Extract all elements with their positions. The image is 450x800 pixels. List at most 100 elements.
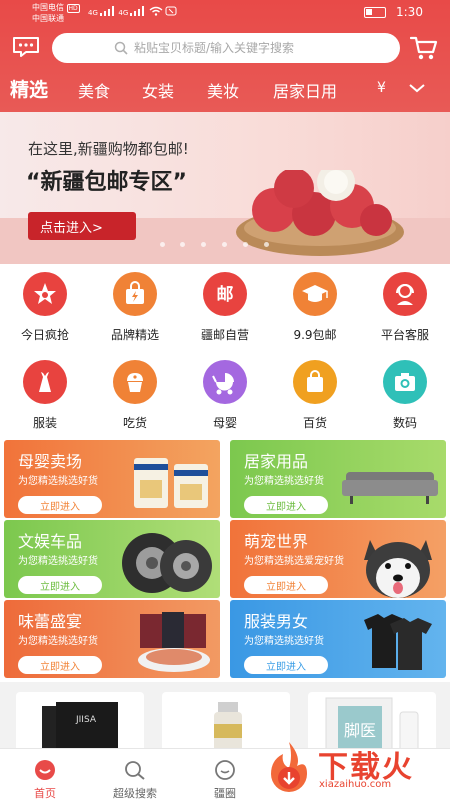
category-mother-baby[interactable]: 母婴	[180, 352, 270, 438]
cart-icon[interactable]	[410, 35, 438, 61]
category-9-9-free-shipping[interactable]: 9.9包邮	[270, 264, 360, 350]
signal-icon-2	[130, 6, 145, 16]
promo-title: 居家用品	[244, 452, 309, 471]
nav-super-search[interactable]: 超级搜索	[90, 755, 180, 800]
home-smile-icon	[35, 760, 55, 780]
category-label: 服装	[32, 416, 57, 430]
promo-subtitle: 为您精选挑选好货	[18, 556, 98, 567]
category-label: 数码	[392, 416, 417, 430]
category-brand-picks[interactable]: 品牌精选	[90, 264, 180, 350]
nav-circle[interactable]: 疆圈	[180, 755, 270, 800]
promo-pets[interactable]: 萌宠世界 为您精选挑选爱宠好货 立即进入	[230, 520, 446, 598]
chat-face-icon	[215, 760, 235, 780]
watermark: 下载火 xiazaihuo.com	[263, 740, 445, 798]
category-today-deals[interactable]: 今日疯抢	[0, 264, 90, 350]
search-bar[interactable]	[52, 33, 400, 63]
promo-food[interactable]: 味蕾盛宴 为您精选挑选好货 立即进入	[4, 600, 220, 678]
banner-title: “新疆包邮专区”	[26, 170, 187, 195]
promo-title: 萌宠世界	[244, 532, 309, 551]
category-label: 品牌精选	[110, 328, 159, 342]
promo-enter-button[interactable]: 立即进入	[244, 576, 328, 594]
lychee-plate-image	[236, 170, 404, 256]
category-customer-service[interactable]: 平台客服	[360, 264, 450, 350]
nav-home[interactable]: 首页	[0, 755, 90, 800]
banner-subtitle: 在这里,新疆购物都包邮!	[28, 140, 189, 158]
promo-apparel[interactable]: 服装男女 为您精选挑选好货 立即进入	[230, 600, 446, 678]
promo-subtitle: 为您精选挑选好货	[18, 636, 98, 647]
stroller-icon	[203, 360, 247, 404]
network-2: 4G	[118, 9, 129, 17]
category-grid: 今日疯抢 品牌精选 邮 疆邮自营 9.9包邮 平台客服 服装 吃货 母婴 百货 …	[0, 264, 450, 440]
promo-enter-button[interactable]: 立即进入	[18, 496, 102, 514]
promo-entertainment-auto[interactable]: 文娱车品 为您精选挑选好货 立即进入	[4, 520, 220, 598]
promo-enter-button[interactable]: 立即进入	[244, 656, 328, 674]
nav-label: 疆圈	[214, 787, 236, 800]
app-screen: 中国电信 HD 中国联通 4G 4G 1:30 粘贴宝贝标题/输入关键字搜索 精…	[0, 0, 450, 800]
battery-icon	[364, 7, 386, 18]
dress-icon	[23, 360, 67, 404]
carrier-1: 中国电信	[32, 3, 64, 12]
category-general-goods[interactable]: 百货	[270, 352, 360, 438]
bag-lightning-icon	[113, 272, 157, 316]
tab-truncated[interactable]: ¥	[377, 80, 386, 96]
tab-food[interactable]: 美食	[78, 78, 110, 102]
tab-featured[interactable]: 精选	[10, 75, 48, 102]
category-label: 疆邮自营	[200, 328, 249, 342]
product-card-mask[interactable]: JIISA	[16, 692, 144, 754]
camera-icon	[383, 360, 427, 404]
tab-home-goods[interactable]: 居家日用	[273, 78, 337, 102]
tab-beauty[interactable]: 美妆	[207, 78, 239, 102]
network-1: 4G	[88, 9, 98, 17]
star-icon	[23, 272, 67, 316]
product-label: JIISA	[75, 715, 97, 725]
promo-subtitle: 为您精选挑选爱宠好货	[244, 556, 344, 567]
banner-enter-button[interactable]: 点击进入>	[28, 212, 136, 240]
message-icon[interactable]	[12, 36, 40, 58]
status-bar: 中国电信 HD 中国联通 4G 4G 1:30	[0, 0, 450, 26]
promo-title: 服装男女	[244, 612, 309, 631]
product-mask-image: JIISA	[42, 702, 118, 754]
signal-icon	[100, 6, 115, 16]
search-icon	[114, 41, 128, 55]
category-clothing[interactable]: 服装	[0, 352, 90, 438]
watermark-url: xiazaihuo.com	[319, 779, 392, 790]
category-self-run[interactable]: 邮 疆邮自营	[180, 264, 270, 350]
headset-icon	[383, 272, 427, 316]
grad-cap-icon	[293, 272, 337, 316]
search-input[interactable]	[134, 39, 384, 57]
category-digital[interactable]: 数码	[360, 352, 450, 438]
status-time: 1:30	[396, 5, 423, 19]
nav-label: 首页	[34, 787, 56, 800]
carrier-2: 中国联通	[32, 14, 64, 23]
header: 中国电信 HD 中国联通 4G 4G 1:30 粘贴宝贝标题/输入关键字搜索 精…	[0, 0, 450, 112]
sofa-image	[342, 472, 438, 504]
tab-womens-clothing[interactable]: 女装	[142, 78, 174, 102]
flame-logo-icon	[271, 742, 307, 792]
category-tabs: 精选 美食 女装 美妆 居家日用 ¥	[0, 72, 450, 106]
promo-subtitle: 为您精选挑选好货	[18, 476, 98, 487]
promo-cards: 母婴卖场 为您精选挑选好货 立即进入 居家用品 为您精选挑选好货 立即进入 文娱…	[0, 440, 450, 682]
category-snacks[interactable]: 吃货	[90, 352, 180, 438]
chevron-down-icon[interactable]	[407, 80, 427, 96]
category-label: 今日疯抢	[20, 328, 69, 342]
promo-enter-button[interactable]: 立即进入	[18, 576, 102, 594]
snack-packs-image	[138, 612, 210, 672]
promo-title: 母婴卖场	[18, 452, 83, 471]
tshirts-image	[364, 614, 432, 670]
nav-label: 超级搜索	[113, 787, 157, 800]
category-label: 吃货	[122, 416, 147, 430]
promo-title: 文娱车品	[18, 532, 83, 551]
signal-icons: 4G 4G	[88, 6, 177, 17]
promo-home[interactable]: 居家用品 为您精选挑选好货 立即进入	[230, 440, 446, 518]
promo-enter-button[interactable]: 立即进入	[18, 656, 102, 674]
wifi-icon	[149, 6, 163, 16]
promo-subtitle: 为您精选挑选好货	[244, 636, 324, 647]
promo-mother-baby[interactable]: 母婴卖场 为您精选挑选好货 立即进入	[4, 440, 220, 518]
promo-enter-button[interactable]: 立即进入	[244, 496, 328, 514]
svg-text:邮: 邮	[217, 284, 234, 305]
cupcake-icon	[113, 360, 157, 404]
category-label: 母婴	[212, 416, 237, 430]
milk-powder-image	[134, 458, 208, 508]
category-label: 百货	[302, 416, 327, 430]
husky-puppy-image	[364, 540, 432, 598]
